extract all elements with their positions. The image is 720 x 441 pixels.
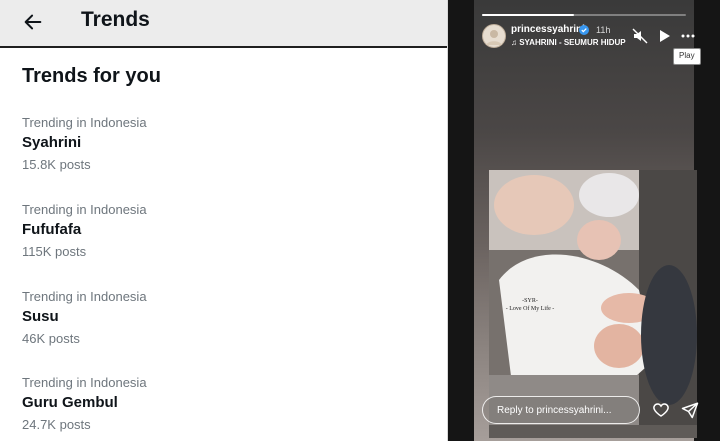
screen: Trends Trends for you Trending in Indone… <box>0 0 720 441</box>
story-username[interactable]: princessyahrini <box>511 24 585 35</box>
mute-icon[interactable] <box>632 28 648 44</box>
trend-item-guru-gembul[interactable]: Trending in Indonesia Guru Gembul 24.7K … <box>22 375 422 433</box>
section-title: Trends for you <box>22 65 161 87</box>
trend-context: Trending in Indonesia <box>22 289 147 304</box>
story-backdrop-right <box>694 0 720 441</box>
avatar-image <box>486 30 502 45</box>
trend-post-count: 115K posts <box>22 244 87 259</box>
story-music-label[interactable]: ♫ SYAHRINI - SEUMUR HIDUP <box>511 38 626 47</box>
caption-line-1: -SYR- <box>522 298 538 304</box>
heart-icon[interactable] <box>652 401 670 419</box>
reply-input[interactable]: Reply to princessyahrini... <box>482 396 640 424</box>
more-icon[interactable] <box>680 28 696 44</box>
trend-name: Susu <box>22 308 59 325</box>
page-title: Trends <box>81 8 150 31</box>
trend-item-susu[interactable]: Trending in Indonesia Susu 46K posts <box>22 289 422 347</box>
caption-line-2: - Love Of My Life - <box>505 306 555 312</box>
trend-item-syahrini[interactable]: Trending in Indonesia Syahrini 15.8K pos… <box>22 115 422 173</box>
trend-name: Syahrini <box>22 134 82 151</box>
trend-context: Trending in Indonesia <box>22 202 147 217</box>
trend-post-count: 15.8K posts <box>22 157 91 172</box>
story-viewer: princessyahrini 11h ♫ SYAHRINI - SEUMUR … <box>448 0 720 441</box>
play-tooltip: Play <box>673 48 701 65</box>
trends-header: Trends <box>0 0 447 48</box>
trends-panel: Trends Trends for you Trending in Indone… <box>0 0 448 441</box>
back-arrow-icon[interactable] <box>22 11 44 33</box>
story-backdrop-left <box>448 0 474 441</box>
story-progress-bar <box>482 14 686 16</box>
trend-context: Trending in Indonesia <box>22 115 147 130</box>
send-icon[interactable] <box>681 401 699 419</box>
trend-post-count: 46K posts <box>22 331 80 346</box>
trend-post-count: 24.7K posts <box>22 417 91 432</box>
trend-name: Guru Gembul <box>22 394 118 411</box>
verified-icon <box>579 25 589 35</box>
story-time: 11h <box>596 25 611 35</box>
avatar[interactable] <box>482 24 506 48</box>
play-icon[interactable] <box>656 28 672 44</box>
trend-context: Trending in Indonesia <box>22 375 147 390</box>
trend-name: Fufufafa <box>22 221 82 238</box>
story-caption: -SYR- - Love Of My Life - <box>495 297 565 313</box>
story-progress-fill <box>482 14 574 16</box>
trend-item-fufufafa[interactable]: Trending in Indonesia Fufufafa 115K post… <box>22 202 422 260</box>
